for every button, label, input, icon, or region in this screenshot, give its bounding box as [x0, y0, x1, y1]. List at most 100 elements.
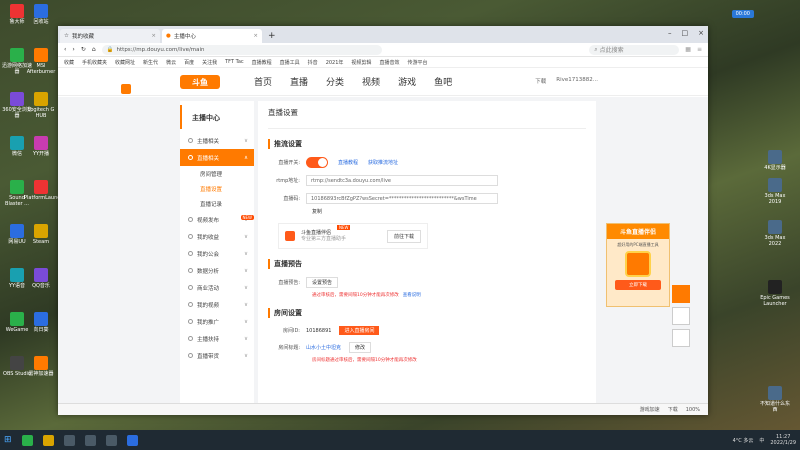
close-icon[interactable]: ×	[253, 33, 258, 39]
desktop-icon[interactable]: QQ音乐	[24, 268, 58, 289]
bookmark-item[interactable]: 新生代	[143, 59, 158, 66]
app-icon[interactable]	[126, 434, 138, 446]
forward-icon[interactable]: ›	[72, 46, 74, 53]
desktop-icon[interactable]: 3ds Max 2019	[758, 178, 792, 205]
new-tab-button[interactable]: +	[264, 31, 280, 43]
sidebar-item[interactable]: 直播带货 ∨	[180, 347, 254, 364]
clock[interactable]: 11:27 2022/1/29	[770, 434, 796, 446]
tab-streamer-center[interactable]: ● 主播中心 ×	[162, 29, 262, 43]
home-icon[interactable]: ⌂	[92, 46, 96, 53]
edit-title-button[interactable]: 修改	[349, 342, 372, 353]
desktop-icon[interactable]: 向日葵	[24, 312, 58, 333]
tab-favorites[interactable]: ☆ 我的收藏 ×	[60, 29, 160, 43]
sidebar-item[interactable]: 视频发布∨NEW	[180, 211, 254, 228]
maximize-icon[interactable]: □	[682, 29, 689, 37]
nav-item[interactable]: 鱼吧	[434, 75, 452, 88]
code-field[interactable]: 10186893rcBfZgPZ?wsSecret=**************…	[306, 193, 498, 204]
sidebar-item[interactable]: 我的视频 ∨	[180, 296, 254, 313]
bookmark-item[interactable]: 关注我	[202, 59, 217, 66]
promo-download-button[interactable]: 前往下载	[386, 229, 421, 243]
enter-room-button[interactable]: 进入直播房间	[339, 326, 380, 335]
get-addr-link[interactable]: 获取推流地址	[368, 159, 398, 166]
bookmark-item[interactable]: TFT Tac	[225, 59, 244, 65]
bookmark-item[interactable]: 直播教程	[252, 59, 272, 66]
menu-icon[interactable]: ≡	[697, 46, 702, 53]
rtmp-field[interactable]: rtmp://sendtc3a.douyu.com/live	[306, 175, 498, 186]
douyu-logo[interactable]: 斗鱼	[180, 75, 220, 89]
weather[interactable]: 4°C 多云	[733, 437, 754, 444]
close-window-icon[interactable]: ×	[698, 29, 704, 37]
app-icon[interactable]	[21, 434, 33, 446]
ad-download-button[interactable]: 立即下载	[615, 280, 661, 290]
app-icon[interactable]	[42, 434, 54, 446]
game-accel[interactable]: 游戏加速	[640, 406, 660, 413]
desktop-icon[interactable]: YY开播	[24, 136, 58, 157]
sidebar-item[interactable]: 我的收益 ∨	[180, 228, 254, 245]
desktop-icon[interactable]: Steam	[24, 224, 58, 245]
qrcode-icon[interactable]	[672, 329, 690, 347]
bookmark-item[interactable]: 百度	[184, 59, 194, 66]
zoom-level[interactable]: 100%	[686, 407, 700, 413]
sidebar-item[interactable]: 我的推广 ∨	[180, 313, 254, 330]
bookmark-item[interactable]: 手机收藏夹	[82, 59, 107, 66]
download-link[interactable]: 下载	[535, 77, 546, 85]
bookmark-item[interactable]: 视频剪辑	[351, 59, 371, 66]
bookmark-item[interactable]: 直播音效	[379, 59, 399, 66]
desktop-icon[interactable]: 不知道什么东西	[758, 386, 792, 413]
bookmark-item[interactable]: 2021年	[326, 59, 344, 66]
desktop-icon[interactable]: 雷神加速器	[24, 356, 58, 377]
bookmark-item[interactable]: 直播工具	[280, 59, 300, 66]
app-icon[interactable]	[63, 434, 75, 446]
bookmark-item[interactable]: 微云	[166, 59, 176, 66]
nav-item[interactable]: 视频	[362, 75, 380, 88]
sidebar-item[interactable]: 主播相关 ∨	[180, 132, 254, 149]
play-icon[interactable]	[672, 285, 690, 303]
ime-indicator[interactable]: 中	[759, 437, 764, 444]
preview-help-link[interactable]: 查看说明	[403, 293, 421, 298]
desktop-icon[interactable]: 3ds Max 2022	[758, 220, 792, 247]
bookmark-item[interactable]: 收藏网址	[115, 59, 135, 66]
sidebar-item[interactable]: 直播相关 ∧	[180, 149, 254, 166]
download-status[interactable]: 下载	[668, 406, 678, 413]
refresh-icon[interactable]: ↻	[81, 46, 86, 53]
windows-start-icon[interactable]: ⊞	[4, 435, 12, 445]
nav-item[interactable]: 游戏	[398, 75, 416, 88]
app-icon[interactable]	[84, 434, 96, 446]
set-preview-button[interactable]: 设置预告	[306, 277, 339, 288]
desktop-icon[interactable]: 4K显示器	[758, 150, 792, 171]
menu-dot-icon	[188, 302, 193, 307]
sidebar-subitem[interactable]: 直播设置	[180, 181, 254, 196]
nav-item[interactable]: 分类	[326, 75, 344, 88]
new-badge: NEW	[240, 215, 254, 220]
desktop-icon[interactable]: Epic Games Launcher	[758, 280, 792, 307]
desktop-icon[interactable]: PlatformLauncher	[24, 180, 68, 201]
url-input[interactable]: 🔒 https://mp.douyu.com/live/main	[101, 44, 382, 55]
app-icon[interactable]	[121, 84, 131, 94]
minimize-icon[interactable]: –	[668, 29, 672, 37]
companion-float-ad[interactable]: 斗鱼直播伴侣 超好用的PC端直播工具 立即下载	[606, 223, 670, 307]
app-icon[interactable]	[105, 434, 117, 446]
user-name[interactable]: Rive1713882...	[556, 77, 598, 85]
tutorial-link[interactable]: 直播教程	[338, 159, 358, 166]
nav-item[interactable]: 首页	[254, 75, 272, 88]
sidebar-item[interactable]: 主播扶持 ∨	[180, 330, 254, 347]
back-icon[interactable]: ‹	[64, 46, 66, 53]
live-switch-toggle[interactable]	[306, 157, 328, 168]
home-tool-icon[interactable]	[672, 307, 690, 325]
sidebar-item[interactable]: 我的公会 ∨	[180, 245, 254, 262]
nav-item[interactable]: 直播	[290, 75, 308, 88]
desktop-icon[interactable]: 回收站	[24, 4, 58, 25]
desktop-icon[interactable]: MSI Afterburner	[24, 48, 58, 75]
bookmark-item[interactable]: 收藏	[64, 59, 74, 66]
close-icon[interactable]: ×	[151, 33, 156, 39]
copy-button[interactable]: 复制	[312, 208, 586, 215]
bookmark-item[interactable]: 传游平台	[407, 59, 427, 66]
extensions-icon[interactable]: ▦	[685, 46, 691, 53]
sidebar-subitem[interactable]: 房间管理	[180, 166, 254, 181]
bookmark-item[interactable]: 抖音	[308, 59, 318, 66]
search-input[interactable]: ⌕ 点此搜索	[589, 44, 680, 55]
sidebar-item[interactable]: 商业活动 ∨	[180, 279, 254, 296]
desktop-icon[interactable]: Logitech G HUB	[24, 92, 58, 119]
sidebar-item[interactable]: 数据分析 ∨	[180, 262, 254, 279]
sidebar-subitem[interactable]: 直播记录	[180, 196, 254, 211]
